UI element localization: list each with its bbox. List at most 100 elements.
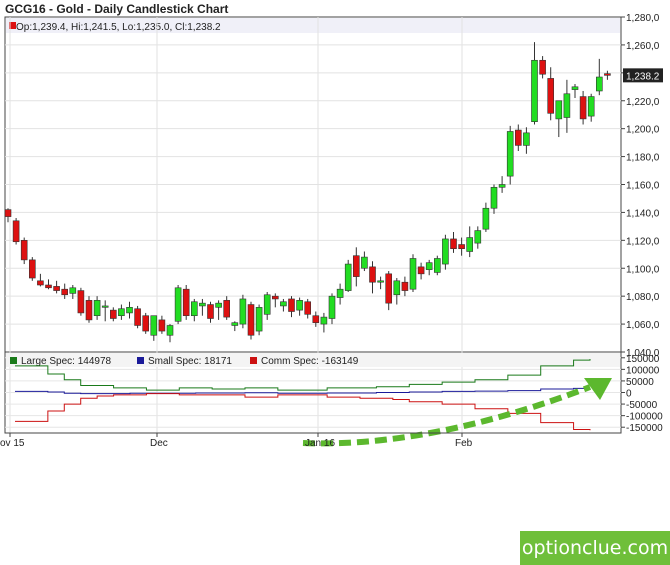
price-tick-label: 1,160,0 [626,181,660,192]
candle-body [61,288,69,296]
candle-body [296,300,303,311]
price-tick-label: 1,080,0 [626,292,660,303]
candle-body [174,287,182,322]
cot-tick-label: -100000 [626,412,663,423]
candle-body [28,259,36,279]
candle-body [77,290,85,314]
candle-body [223,300,230,318]
candle-body [547,78,555,114]
candle-body [377,280,384,283]
candle-body [433,258,441,273]
candle-body [118,308,125,317]
candle-body [263,294,271,315]
candle-body [312,315,320,323]
candle-body [199,302,206,307]
candle-body [425,262,433,270]
cot-tick-label: -150000 [626,423,663,434]
candle-body [506,131,514,177]
candle-body [239,298,247,325]
candle-body [93,300,101,317]
candle-body [150,315,158,336]
candle-body [579,96,587,120]
candle-body [474,230,482,244]
candle-body [45,284,52,289]
chart-svg: Op:1,239.4, Hi:1,241.5, Lo:1,235.0, Cl:1… [0,13,663,449]
candle-body [595,76,603,92]
candle-body [231,322,239,326]
cot-tick-label: 0 [626,389,632,400]
price-tick-label: 1,280,0 [626,13,660,24]
candle-body [53,286,60,291]
price-tick-label: 1,140,0 [626,208,660,219]
candle-body [385,273,393,304]
candle-body [571,86,579,90]
candle-body [158,319,166,332]
candle-body [417,266,425,275]
x-tick-label: Feb [455,438,473,449]
cot-legend-swatch [137,357,144,364]
x-tick-label: Dec [150,438,168,449]
candle-body [336,288,344,298]
candle-body [126,307,133,314]
candle-body [361,256,368,269]
candle-body [20,240,28,261]
candle-body [393,280,401,296]
cot-legend-swatch [250,357,257,364]
cot-tick-label: 100000 [626,365,660,376]
price-tick-label: 1,220,0 [626,97,660,108]
price-tick-label: 1,180,0 [626,153,660,164]
candle-body [215,302,222,308]
candle-body [498,184,506,188]
candle-body [352,255,360,277]
candle-body [458,244,465,250]
candle-body [134,308,141,326]
candle-body [604,73,611,76]
candle-body [514,129,522,146]
candle-body [450,238,457,250]
price-tick-label: 1,060,0 [626,320,660,331]
candle-body [523,132,530,146]
price-tick-label: 1,120,0 [626,236,660,247]
candle-body [304,301,312,315]
candle-body [531,59,538,122]
candle-body [482,207,490,230]
cot-legend-label: Small Spec: 18171 [148,356,232,367]
candle-body [85,300,93,321]
chart-container: GCG16 - Gold - Daily Candlestick Chart O… [0,0,670,565]
cot-legend-label: Comm Spec: -163149 [261,356,359,367]
candle-body [442,238,449,265]
candle-body [4,209,12,217]
candle-body [587,96,595,117]
cot-legend-label: Large Spec: 144978 [21,356,112,367]
candle-body [490,186,498,209]
candle-body [466,237,474,252]
candle-body [288,298,295,312]
x-tick-label: Jan 16 [305,438,335,449]
candle-body [409,258,417,290]
price-tick-label: 1,100,0 [626,264,660,275]
candle-body [344,263,352,291]
price-tick-label: 1,260,0 [626,41,660,52]
price-tick-label: 1,200,0 [626,125,660,136]
ohlc-label: Op:1,239.4, Hi:1,241.5, Lo:1,235.0, Cl:1… [16,22,221,33]
cot-tick-label: 50000 [626,377,654,388]
candle-body [69,287,77,294]
candle-body [207,304,214,319]
watermark: optionclue.com [520,531,670,565]
candle-body [191,301,198,317]
candle-body [271,295,279,300]
candle-body [539,59,546,75]
candle-body [110,309,117,319]
cot-tick-label: -50000 [626,400,658,411]
candle-body [563,93,571,118]
candle-body [166,325,174,336]
cot-tick-label: 150000 [626,354,660,365]
candle-body [12,220,20,243]
candle-body [255,307,263,332]
candle-body [142,315,149,332]
candle-body [401,281,409,291]
x-tick-label: ov 15 [0,438,25,449]
candle-body [280,301,287,307]
candle-body [101,305,109,308]
candle-body [37,280,44,286]
